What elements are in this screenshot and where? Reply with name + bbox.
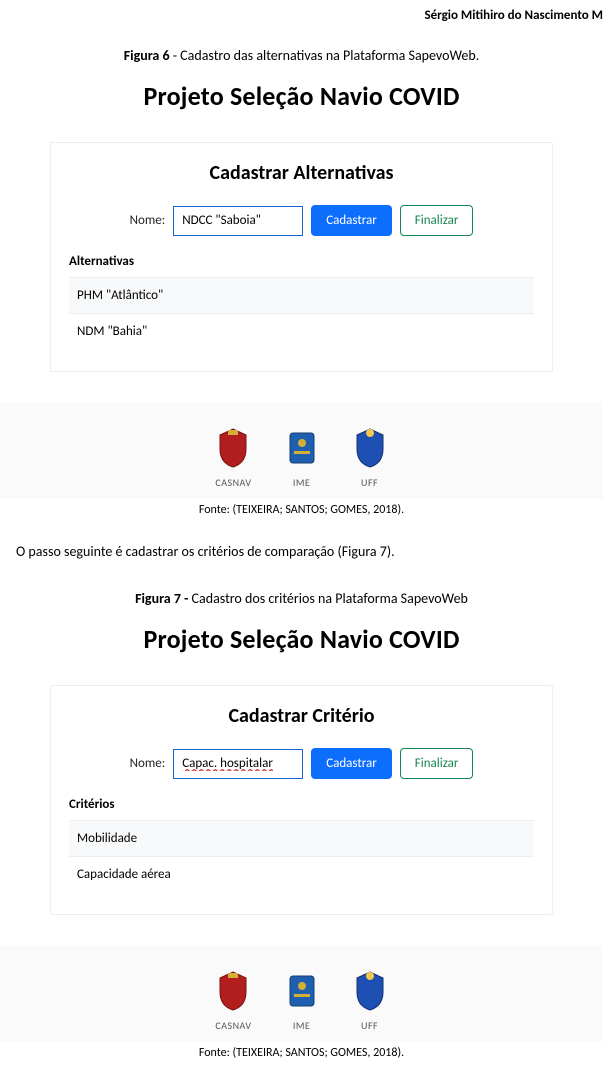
list-item: PHM "Atlântico" [69,277,534,314]
logo-label: IME [293,1019,310,1032]
logo-label: UFF [361,1019,378,1032]
name-input-7[interactable] [173,749,303,779]
alternatives-panel: Cadastrar Alternativas Nome: Cadastrar F… [50,142,553,372]
uff-icon [352,426,388,470]
name-input-6[interactable] [173,206,303,236]
casnav-icon [215,969,251,1013]
figure-7-caption-bold: Figura 7 - [135,590,188,607]
finalizar-button-7[interactable]: Finalizar [400,748,474,779]
name-label-6: Nome: [130,213,166,228]
alternatives-panel-title: Cadastrar Alternativas [69,161,534,185]
figure-6-caption-bold: Figura 6 [124,47,170,64]
logo-label: CASNAV [215,1019,251,1032]
list-item: Mobilidade [69,820,534,857]
cadastrar-button-7[interactable]: Cadastrar [311,748,392,779]
ime-icon [284,426,320,470]
alternatives-form-row: Nome: Cadastrar Finalizar [69,205,534,236]
logos-row-6: CASNAV IME [0,402,603,499]
figure-6-caption: Figura 6 - Cadastro das alternativas na … [0,47,603,64]
logo-uff: UFF [352,969,388,1032]
name-label-7: Nome: [130,756,166,771]
criteria-panel-title: Cadastrar Critério [69,704,534,728]
mid-paragraph: O passo seguinte é cadastrar os critério… [16,543,587,560]
logo-casnav: CASNAV [215,426,251,489]
list-item: NDM "Bahia" [69,314,534,349]
logo-casnav: CASNAV [215,969,251,1032]
figure-6-source: Fonte: (TEIXEIRA; SANTOS; GOMES, 2018). [0,503,603,517]
logo-label: CASNAV [215,476,251,489]
cadastrar-button-6[interactable]: Cadastrar [311,205,392,236]
criteria-list-header: Critérios [69,797,534,812]
ime-icon [284,969,320,1013]
project-title-6: Projeto Seleção Navio COVID [0,80,603,112]
casnav-icon [215,426,251,470]
logo-ime: IME [284,426,320,489]
logo-label: IME [293,476,310,489]
criteria-panel: Cadastrar Critério Nome: Cadastrar Final… [50,685,553,915]
logo-ime: IME [284,969,320,1032]
figure-7-source: Fonte: (TEIXEIRA; SANTOS; GOMES, 2018). [0,1046,603,1060]
figure-6-caption-rest: - Cadastro das alternativas na Plataform… [170,47,480,64]
uff-icon [352,969,388,1013]
alternatives-list-header: Alternativas [69,254,534,269]
list-item: Capacidade aérea [69,857,534,892]
project-title-7: Projeto Seleção Navio COVID [0,623,603,655]
figure-6-block: Figura 6 - Cadastro das alternativas na … [0,47,603,517]
figure-7-block: Figura 7 - Cadastro dos critérios na Pla… [0,590,603,1060]
figure-7-caption: Figura 7 - Cadastro dos critérios na Pla… [0,590,603,607]
finalizar-button-6[interactable]: Finalizar [400,205,474,236]
criteria-form-row: Nome: Cadastrar Finalizar [69,748,534,779]
logo-uff: UFF [352,426,388,489]
author-header: Sérgio Mitihiro do Nascimento M [0,0,603,39]
logos-row-7: CASNAV IME [0,945,603,1042]
logo-label: UFF [361,476,378,489]
figure-7-caption-rest: Cadastro dos critérios na Plataforma Sap… [188,590,468,607]
